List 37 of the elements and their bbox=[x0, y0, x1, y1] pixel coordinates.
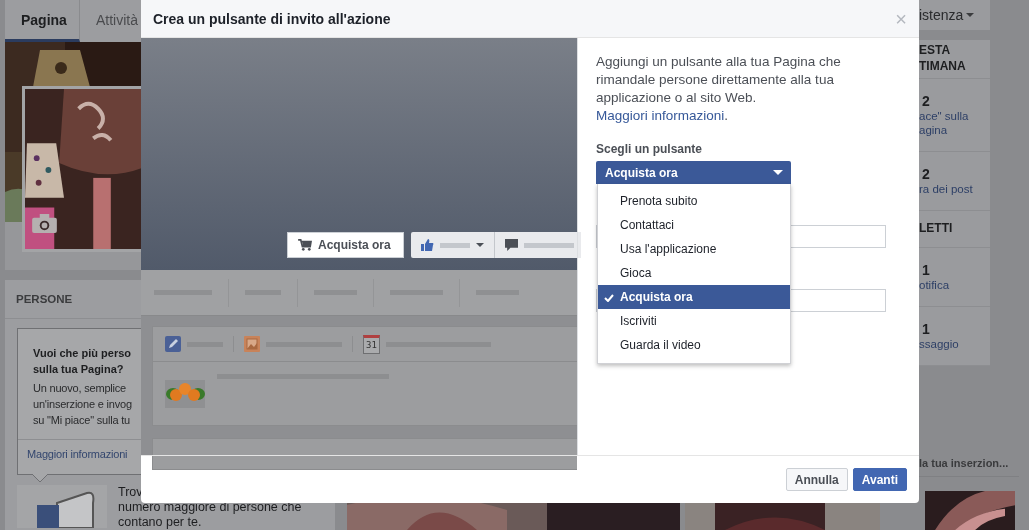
menu-option[interactable]: Prenota subito bbox=[598, 189, 790, 213]
description-text: Aggiungi un pulsante alla tua Pagina che rimandale persone direttamente alla tua applicazione o al sito Web. Maggiori informazioni. bbox=[596, 53, 842, 125]
menu-option[interactable]: Iscriviti bbox=[598, 309, 790, 333]
menu-option[interactable]: Acquista ora bbox=[598, 285, 790, 309]
menu-option[interactable]: Usa l'applicazione bbox=[598, 237, 790, 261]
check-icon bbox=[604, 294, 614, 302]
text-placeholder bbox=[523, 242, 574, 248]
button-type-select[interactable]: Acquista ora bbox=[596, 161, 791, 184]
calendar-icon: 31 bbox=[363, 334, 380, 354]
stat-value: 2 bbox=[922, 92, 931, 109]
dialog-title: Crea un pulsante di invito all'azione bbox=[153, 10, 391, 27]
tooltip-title: Vuoi che più perso sulla tua Pagina? bbox=[33, 346, 131, 377]
stat-link[interactable]: otifica bbox=[919, 277, 990, 292]
stat-link[interactable]: ace" sulla agina bbox=[919, 108, 990, 137]
next-button[interactable]: Avanti bbox=[852, 468, 907, 491]
cart-icon bbox=[298, 239, 312, 251]
thumbs-up-icon bbox=[420, 239, 434, 251]
photo-icon bbox=[244, 336, 260, 352]
menu-option[interactable]: Gioca bbox=[598, 261, 790, 285]
menu-option[interactable]: Guarda il video bbox=[598, 333, 790, 357]
stat-link[interactable]: ra dei post bbox=[919, 181, 990, 196]
menu-option[interactable]: Contattaci bbox=[598, 213, 790, 237]
help-menu[interactable]: istenza bbox=[919, 0, 990, 30]
caret-icon bbox=[475, 243, 484, 247]
tooltip-text: Un nuovo, semplice un'inserzione e invog su "Mi piace" sulla tu bbox=[33, 381, 132, 428]
caret-icon bbox=[966, 12, 975, 17]
stat-value: 2 bbox=[922, 165, 931, 182]
caret-icon bbox=[773, 170, 783, 175]
stat-value: 1 bbox=[922, 320, 931, 337]
stat-link[interactable]: ssaggio bbox=[919, 336, 990, 351]
text-placeholder bbox=[439, 242, 470, 248]
cancel-button[interactable]: Annulla bbox=[785, 468, 848, 491]
pencil-icon bbox=[165, 336, 181, 352]
speech-bubble-icon bbox=[504, 239, 518, 251]
field-label: Scegli un pulsante bbox=[596, 142, 704, 156]
more-info-link[interactable]: Maggiori informazioni bbox=[27, 448, 128, 460]
stat-value: 1 bbox=[922, 261, 931, 278]
